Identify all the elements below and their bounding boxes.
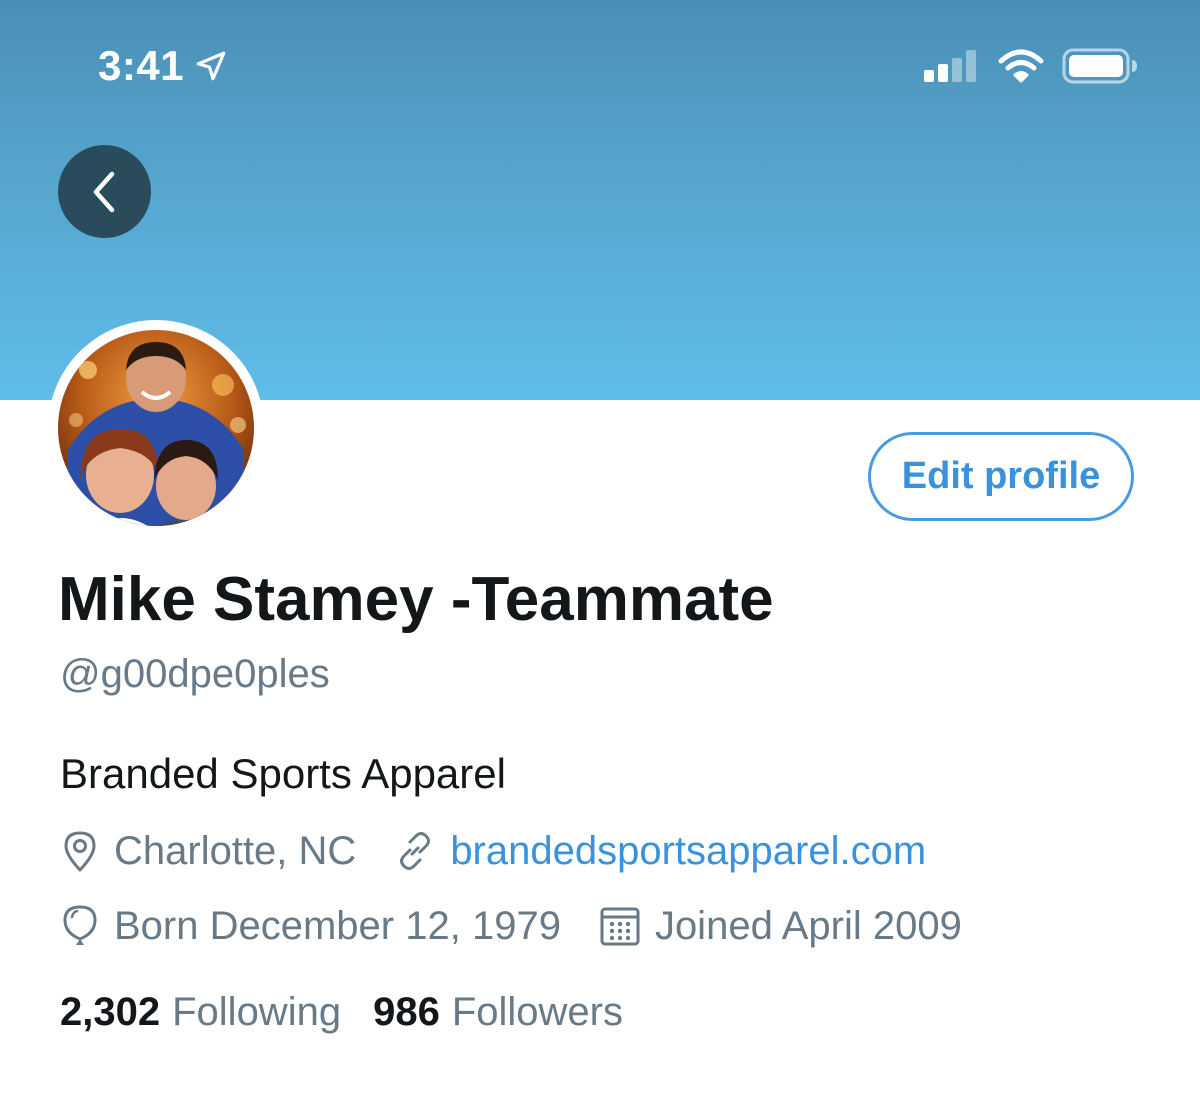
joined-item: Joined April 2009: [599, 904, 962, 949]
link-icon: [400, 832, 431, 870]
location-text: Charlotte, NC: [114, 828, 357, 873]
following-label: Following: [172, 989, 342, 1034]
cellular-signal-icon: [924, 50, 976, 82]
profile-meta-row-2: Born December 12, 1979 Joined April 2009: [60, 901, 962, 951]
status-time: 3:41: [98, 42, 185, 89]
back-button[interactable]: [58, 145, 151, 238]
birthday-item: Born December 12, 1979: [60, 903, 561, 949]
battery-icon: [1062, 48, 1137, 84]
status-bar-left: 3:41: [98, 40, 228, 92]
wifi-icon: [998, 49, 1044, 83]
website-item[interactable]: brandedsportsapparel.com: [394, 829, 926, 874]
followers-label: Followers: [451, 989, 623, 1034]
following-stat[interactable]: 2,302 Following: [60, 990, 341, 1035]
display-name: Mike Stamey -Teammate: [58, 565, 774, 634]
balloon-icon: [63, 905, 97, 945]
website-link[interactable]: brandedsportsapparel.com: [450, 829, 926, 874]
followers-count: 986: [373, 989, 440, 1034]
location-item: Charlotte, NC: [60, 829, 356, 874]
chevron-left-icon: [93, 171, 114, 212]
birthday-text: Born December 12, 1979: [114, 903, 561, 948]
edit-profile-button[interactable]: Edit profile: [868, 432, 1134, 521]
calendar-icon: [600, 907, 640, 946]
status-bar-right: [924, 44, 1138, 88]
followers-stat[interactable]: 986 Followers: [373, 990, 623, 1035]
username-handle: @g00dpe0ples: [60, 652, 330, 696]
profile-bio: Branded Sports Apparel: [60, 750, 506, 797]
location-pin-icon: [64, 831, 96, 872]
profile-meta-row-1: Charlotte, NC brandedsportsapparel.com: [60, 826, 926, 876]
joined-text: Joined April 2009: [654, 903, 962, 948]
following-count: 2,302: [60, 989, 161, 1034]
avatar-photo: [58, 330, 254, 526]
avatar[interactable]: [58, 330, 254, 526]
location-arrow-icon: [196, 51, 226, 81]
follow-stats: 2,302 Following 986 Followers: [60, 986, 623, 1038]
